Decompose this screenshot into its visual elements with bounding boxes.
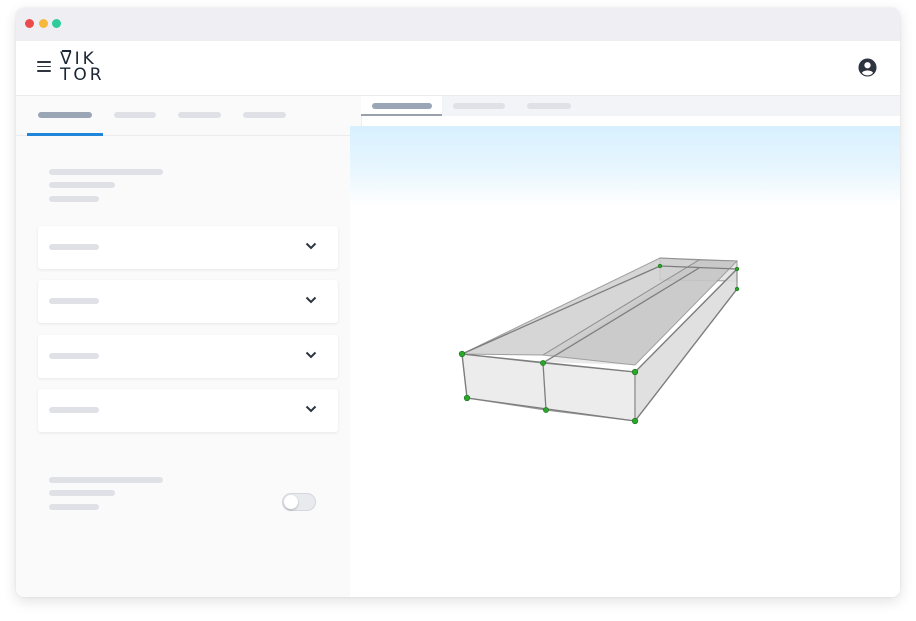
active-tab-indicator [27,133,103,136]
panel-tab-bar [16,96,361,136]
option-toggle[interactable] [282,493,316,511]
section-title [49,353,99,359]
section-title [49,244,99,250]
title-bar [16,8,900,41]
node[interactable] [657,263,663,269]
view-tab-bar [361,96,900,116]
intro-text-line [49,169,163,175]
app-header: VIK TOR [16,41,900,96]
section-title [49,298,99,304]
intro-text-line [49,182,115,188]
intro-text-line [49,196,99,202]
viktor-logo: VIK TOR [60,50,105,85]
logo-line-2: TOR [60,65,105,85]
maximize-window-button[interactable] [52,19,61,28]
tab-4[interactable] [243,112,286,118]
node[interactable] [458,350,466,358]
node[interactable] [543,407,549,413]
toggle-label-line [49,504,99,510]
tab-2[interactable] [114,112,156,118]
section-card-2[interactable] [38,280,338,323]
section-card-3[interactable] [38,335,338,378]
section-title [49,407,99,413]
app-window: VIK TOR [16,8,900,597]
toggle-knob [284,495,298,509]
close-window-button[interactable] [25,19,34,28]
node[interactable] [734,266,740,272]
tab-3[interactable] [178,112,221,118]
chevron-down-icon[interactable] [305,405,317,413]
section-card-4[interactable] [38,389,338,432]
chevron-down-icon[interactable] [305,296,317,304]
minimize-window-button[interactable] [39,19,48,28]
active-view-indicator [361,114,442,116]
user-circle-icon[interactable] [858,58,877,77]
chevron-down-icon[interactable] [305,351,317,359]
parameter-panel [16,96,361,597]
node[interactable] [631,368,639,376]
box-girder-model[interactable] [350,126,900,597]
chevron-down-icon[interactable] [305,242,317,250]
node[interactable] [540,360,546,366]
hamburger-icon[interactable] [37,61,51,72]
view-tab-label [372,103,432,109]
view-tab-3[interactable] [527,103,571,109]
node[interactable] [734,286,740,292]
tab-1[interactable] [38,112,92,118]
node[interactable] [631,417,639,425]
section-card-1[interactable] [38,226,338,269]
node[interactable] [463,394,471,402]
toggle-label-line [49,477,163,483]
view-tab-2[interactable] [453,103,505,109]
3d-viewer[interactable] [350,126,900,597]
view-tab-1[interactable] [361,96,442,116]
toggle-label-line [49,490,115,496]
